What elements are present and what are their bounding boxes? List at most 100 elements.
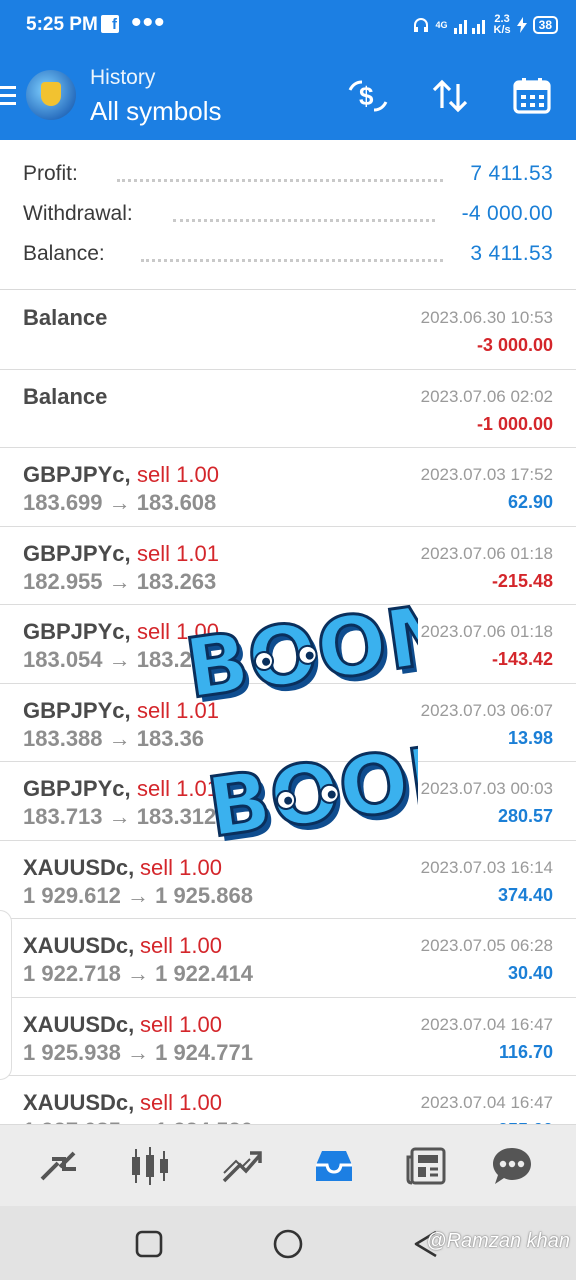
profit-row: Profit: 7 411.53 bbox=[23, 157, 553, 193]
speed-unit: K/s bbox=[493, 24, 511, 36]
deal-type: sell 1.00 bbox=[140, 1090, 222, 1115]
signal-icon bbox=[453, 20, 485, 34]
balance-row: Balance: 3 411.53 bbox=[23, 237, 553, 273]
deal-prices: 1 929.612 → 1 925.868 bbox=[23, 882, 253, 908]
headphones-icon bbox=[413, 18, 428, 32]
recents-icon bbox=[135, 1230, 163, 1258]
deal-profit: -215.48 bbox=[491, 570, 553, 591]
history-icon bbox=[316, 1151, 352, 1181]
deal-time: 2023.07.03 06:07 bbox=[420, 700, 553, 720]
deal-row[interactable]: GBPJPYc, sell 1.00 183.054 → 183.25 2023.07… bbox=[0, 605, 576, 684]
quotes-icon bbox=[40, 1151, 76, 1181]
deal-profit: 116.70 bbox=[498, 1041, 553, 1062]
nav-news[interactable] bbox=[404, 1145, 448, 1187]
app-header: History All symbols $ bbox=[0, 50, 576, 140]
deal-time: 2023.07.04 16:47 bbox=[420, 1093, 553, 1112]
balance-value: 3 411.53 bbox=[470, 242, 553, 265]
profit-value: 7 411.53 bbox=[470, 162, 553, 185]
deal-profit: 13.98 bbox=[507, 727, 553, 748]
deal-time: 2023.07.03 00:03 bbox=[420, 779, 553, 798]
history-list: Balance 2023.06.30 10:53 -3 000.00 Balance 2… bbox=[0, 291, 576, 1155]
deal-time: 2023.07.06 02:02 bbox=[420, 386, 553, 406]
news-icon bbox=[406, 1147, 446, 1185]
charging-icon bbox=[516, 17, 527, 33]
deal-time: 2023.07.05 06:28 bbox=[420, 936, 553, 955]
deal-row[interactable]: Balance 2023.06.30 10:53 -3 000.00 bbox=[0, 291, 576, 370]
deal-symbol: Balance bbox=[23, 383, 108, 409]
facebook-icon: f bbox=[101, 15, 119, 33]
deal-row[interactable]: XAUUSDc, sell 1.00 1 922.718 → 1 922.414 20… bbox=[0, 919, 576, 998]
deal-symbol: GBPJPYc, bbox=[23, 619, 131, 644]
nav-chart[interactable] bbox=[128, 1145, 172, 1187]
home-icon bbox=[273, 1229, 303, 1259]
calendar-button[interactable] bbox=[510, 74, 554, 118]
status-indicators: 4G 2.3 K/s 38 bbox=[412, 12, 558, 38]
deal-type: sell 1.01 bbox=[137, 776, 219, 801]
profit-label: Profit: bbox=[23, 162, 78, 185]
deal-profit: -143.42 bbox=[491, 649, 553, 669]
side-panel-handle[interactable] bbox=[0, 910, 12, 1080]
chart-icon bbox=[132, 1147, 168, 1185]
nav-history[interactable] bbox=[312, 1145, 356, 1187]
deal-type: sell 1.00 bbox=[140, 1011, 222, 1037]
deal-symbol: GBPJPYc, bbox=[23, 462, 131, 487]
recents-button[interactable] bbox=[131, 1226, 167, 1262]
deal-prices: 1 925.938 → 1 924.771 bbox=[23, 1039, 253, 1065]
deal-time: 2023.07.06 01:18 bbox=[420, 622, 553, 641]
symbol-filter[interactable]: All symbols bbox=[90, 96, 221, 127]
battery-level: 38 bbox=[532, 16, 558, 34]
status-bar: 5:25 PM f ••• 4G 2.3 K/s 38 bbox=[0, 0, 576, 50]
withdrawal-label: Withdrawal: bbox=[23, 202, 133, 225]
deposit-withdraw-button[interactable]: $ bbox=[346, 74, 390, 118]
deal-row[interactable]: GBPJPYc, sell 1.00 183.699 → 183.608 2023.0… bbox=[0, 448, 576, 527]
deal-row[interactable]: GBPJPYc, sell 1.01 182.955 → 183.263 2023.0… bbox=[0, 527, 576, 605]
deal-symbol: XAUUSDc, bbox=[23, 1090, 135, 1115]
deal-symbol: XAUUSDc, bbox=[23, 854, 135, 880]
deal-profit: 374.40 bbox=[497, 884, 553, 905]
deal-time: 2023.07.04 16:47 bbox=[420, 1014, 553, 1034]
app-logo bbox=[26, 70, 76, 120]
deal-symbol: Balance bbox=[23, 305, 108, 330]
status-time: 5:25 PM bbox=[26, 14, 98, 35]
system-navigation-bar: @Ramzan khan bbox=[0, 1206, 576, 1280]
menu-icon[interactable] bbox=[0, 86, 16, 106]
network-speed: 2.3 K/s bbox=[494, 14, 511, 36]
dotted-leader bbox=[173, 219, 435, 222]
deal-symbol: XAUUSDc, bbox=[23, 933, 135, 958]
nav-quotes[interactable] bbox=[36, 1145, 80, 1187]
deal-row[interactable]: XAUUSDc, sell 1.00 1 925.938 → 1 924.771 20… bbox=[0, 998, 576, 1076]
deal-type: sell 1.00 bbox=[140, 933, 222, 958]
deal-profit: -1 000.00 bbox=[476, 413, 553, 434]
bottom-navigation bbox=[0, 1124, 576, 1206]
deal-time: 2023.07.06 01:18 bbox=[420, 543, 553, 563]
deal-profit: 30.40 bbox=[507, 963, 553, 983]
dotted-leader bbox=[117, 179, 443, 182]
deal-prices: 183.713 → 183.312 bbox=[23, 804, 217, 829]
deal-profit: 280.57 bbox=[497, 806, 553, 826]
deal-symbol: GBPJPYc, bbox=[23, 697, 131, 723]
deal-profit: -3 000.00 bbox=[476, 335, 553, 355]
sort-icon bbox=[432, 79, 468, 113]
deal-row[interactable]: GBPJPYc, sell 1.01 183.713 → 183.312 2023.0… bbox=[0, 762, 576, 841]
deal-type: sell 1.01 bbox=[137, 697, 219, 723]
nav-trade[interactable] bbox=[220, 1145, 264, 1187]
deal-profit: 62.90 bbox=[507, 492, 553, 512]
deal-prices: 1 922.718 → 1 922.414 bbox=[23, 961, 253, 986]
deal-type: sell 1.01 bbox=[137, 540, 219, 566]
deal-row[interactable]: XAUUSDc, sell 1.00 1 929.612 → 1 925.868 20… bbox=[0, 841, 576, 919]
deal-row[interactable]: GBPJPYc, sell 1.01 183.388 → 183.36 2023.07… bbox=[0, 684, 576, 762]
svg-text:$: $ bbox=[359, 81, 374, 111]
deposit-withdraw-icon: $ bbox=[348, 80, 388, 112]
deal-time: 2023.07.03 17:52 bbox=[420, 465, 553, 484]
sort-button[interactable] bbox=[428, 74, 472, 118]
home-button[interactable] bbox=[270, 1226, 306, 1262]
balance-label: Balance: bbox=[23, 242, 105, 265]
nav-chat[interactable] bbox=[490, 1145, 534, 1187]
deal-prices: 183.054 → 183.25 bbox=[23, 647, 205, 672]
network-type: 4G bbox=[435, 20, 448, 30]
deal-type: sell 1.00 bbox=[140, 854, 222, 880]
history-summary: Profit: 7 411.53 Withdrawal: -4 000.00 B… bbox=[0, 140, 576, 290]
withdrawal-row: Withdrawal: -4 000.00 bbox=[23, 197, 553, 233]
chat-icon bbox=[493, 1148, 531, 1184]
deal-row[interactable]: Balance 2023.07.06 02:02 -1 000.00 bbox=[0, 370, 576, 448]
